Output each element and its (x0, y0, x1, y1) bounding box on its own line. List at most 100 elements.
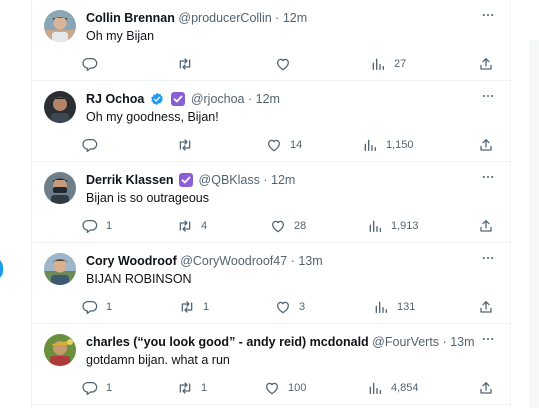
avatar[interactable] (44, 10, 76, 42)
display-name[interactable]: charles (“you look good” - andy reid) mc… (86, 335, 369, 349)
tweet-text: Oh my Bijan (86, 29, 155, 43)
heart-icon (275, 299, 291, 315)
like-count: 14 (290, 139, 303, 151)
share-icon (478, 56, 494, 72)
retweet-button[interactable]: 4 (177, 218, 207, 234)
avatar[interactable] (44, 91, 76, 123)
share-icon (478, 380, 494, 396)
like-button[interactable]: 100 (264, 380, 306, 396)
display-name[interactable]: Collin Brennan (86, 11, 175, 25)
more-icon[interactable] (480, 170, 496, 184)
view-count: 1,913 (391, 220, 419, 232)
retweet-button[interactable]: 1 (177, 380, 207, 396)
timestamp[interactable]: 12m (271, 173, 295, 187)
more-icon[interactable] (480, 89, 496, 103)
share-button[interactable] (478, 218, 494, 234)
retweet-icon (177, 137, 193, 153)
timestamp[interactable]: 12m (283, 11, 307, 25)
retweet-icon (179, 299, 195, 315)
like-count: 3 (299, 301, 306, 313)
retweet-count: 4 (201, 220, 208, 232)
share-icon (478, 218, 494, 234)
like-count: 100 (288, 382, 307, 394)
tweet-header: RJ Ochoa @rjochoa · 12m (86, 91, 280, 107)
handle[interactable]: @producerCollin (178, 11, 271, 25)
subscriber-badge-icon[interactable] (171, 92, 186, 106)
retweet-count: 1 (201, 382, 208, 394)
share-button[interactable] (478, 299, 494, 315)
handle[interactable]: @rjochoa (191, 92, 245, 106)
tweet-item[interactable]: RJ Ochoa @rjochoa · 12m Oh my goodness, … (32, 81, 510, 162)
verified-badge-icon[interactable] (150, 92, 164, 106)
reply-button[interactable] (82, 56, 106, 72)
action-bar: 1 4 28 1,913 (82, 218, 498, 234)
retweet-icon (177, 380, 193, 396)
tweet-item[interactable]: charles (“you look good” - andy reid) mc… (32, 324, 510, 405)
separator-dot: · (263, 173, 268, 187)
timestamp[interactable]: 13m (450, 335, 474, 349)
reply-icon (82, 218, 98, 234)
like-button[interactable]: 14 (266, 137, 302, 153)
handle[interactable]: @QBKlass (199, 173, 260, 187)
display-name[interactable]: RJ Ochoa (86, 92, 144, 106)
tweet-header: Cory Woodroof @CoryWoodroof47 · 13m (86, 253, 323, 269)
action-bar: 27 (82, 56, 498, 72)
subscriber-badge-icon[interactable] (179, 173, 194, 187)
tweet-header: Derrik Klassen @QBKlass · 12m (86, 172, 295, 188)
separator-dot: · (247, 92, 253, 106)
separator-dot: · (275, 11, 280, 25)
timestamp[interactable]: 12m (256, 92, 280, 106)
reply-icon (82, 380, 98, 396)
share-button[interactable] (478, 137, 494, 153)
timestamp[interactable]: 13m (298, 254, 322, 268)
views-icon (367, 380, 383, 396)
avatar[interactable] (44, 334, 76, 366)
retweet-button[interactable]: 1 (179, 299, 209, 315)
views-button[interactable]: 27 (370, 56, 406, 72)
view-count: 4,854 (391, 382, 419, 394)
reply-button[interactable]: 1 (82, 299, 112, 315)
more-icon[interactable] (480, 8, 496, 22)
reply-button[interactable] (82, 137, 106, 153)
views-icon (362, 137, 378, 153)
share-button[interactable] (478, 56, 494, 72)
tweet-item[interactable]: Cory Woodroof @CoryWoodroof47 · 13m BIJA… (32, 243, 510, 324)
views-button[interactable]: 1,150 (362, 137, 414, 153)
separator-dot: · (442, 335, 447, 349)
views-button[interactable]: 1,913 (367, 218, 419, 234)
like-button[interactable] (275, 56, 299, 72)
more-icon[interactable] (480, 251, 496, 265)
avatar[interactable] (44, 172, 76, 204)
reply-icon (82, 137, 98, 153)
display-name[interactable]: Cory Woodroof (86, 254, 177, 268)
avatar[interactable] (44, 253, 76, 285)
reply-count: 1 (106, 301, 113, 313)
heart-icon (270, 218, 286, 234)
right-panel-edge (529, 40, 539, 408)
tweet-item[interactable]: Collin Brennan @producerCollin · 12m Oh … (32, 0, 510, 81)
views-icon (373, 299, 389, 315)
views-button[interactable]: 4,854 (367, 380, 419, 396)
like-button[interactable]: 3 (275, 299, 305, 315)
views-button[interactable]: 131 (373, 299, 415, 315)
reply-button[interactable]: 1 (82, 218, 112, 234)
retweet-count: 1 (203, 301, 210, 313)
view-count: 1,150 (386, 139, 414, 151)
reply-button[interactable]: 1 (82, 380, 112, 396)
tweet-text: gotdamn bijan. what a run (86, 353, 230, 367)
reply-icon (82, 299, 98, 315)
handle[interactable]: @FourVerts (372, 335, 439, 349)
action-bar: 1 1 3 131 (82, 299, 498, 315)
retweet-button[interactable] (177, 56, 201, 72)
like-count: 28 (294, 220, 307, 232)
tweet-item[interactable]: Derrik Klassen @QBKlass · 12m Bijan is s… (32, 162, 510, 243)
like-button[interactable]: 28 (270, 218, 306, 234)
display-name[interactable]: Derrik Klassen (86, 173, 174, 187)
more-icon[interactable] (480, 332, 496, 346)
tweet-text: Bijan is so outrageous (86, 191, 209, 205)
retweet-button[interactable] (177, 137, 201, 153)
heart-icon (264, 380, 280, 396)
view-count: 27 (394, 58, 407, 70)
share-button[interactable] (478, 380, 494, 396)
handle[interactable]: @CoryWoodroof47 (180, 254, 287, 268)
